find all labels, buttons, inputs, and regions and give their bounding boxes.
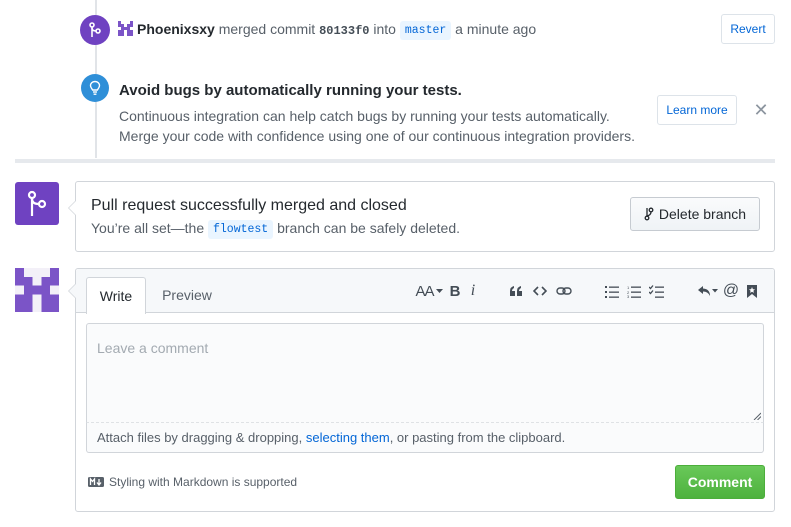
quote-icon[interactable] — [508, 282, 524, 300]
svg-text:3: 3 — [627, 294, 630, 298]
merge-event-text: Phoenixsxy merged commit 80133f0 into ma… — [118, 21, 536, 40]
git-branch-icon — [644, 207, 654, 221]
unordered-list-icon[interactable] — [604, 282, 620, 300]
merged-notice-suffix: branch can be safely deleted. — [277, 220, 461, 236]
commit-sha-link[interactable]: 80133f0 — [319, 24, 369, 38]
timeline-divider — [15, 159, 775, 163]
markdown-icon — [88, 477, 104, 487]
ci-tip-title: Avoid bugs by automatically running your… — [119, 82, 462, 99]
tab-preview[interactable]: Preview — [152, 277, 222, 313]
revert-button[interactable]: Revert — [721, 14, 775, 44]
ci-tip-badge — [81, 74, 109, 102]
markdown-note[interactable]: Styling with Markdown is supported — [88, 475, 297, 489]
task-list-icon[interactable] — [648, 282, 664, 300]
comment-submit-button[interactable]: Comment — [675, 465, 765, 499]
delete-branch-label: Delete branch — [658, 206, 747, 222]
select-files-link[interactable]: selecting them — [306, 430, 390, 445]
link-icon[interactable] — [555, 282, 573, 300]
italic-icon[interactable]: i — [467, 282, 479, 300]
merged-status-badge — [15, 182, 59, 225]
attach-suffix: , or pasting from the clipboard. — [389, 430, 566, 445]
saved-reply-icon[interactable] — [745, 282, 759, 300]
markdown-note-text: Styling with Markdown is supported — [109, 475, 298, 489]
merged-notice-prefix: You’re all set—the — [91, 220, 205, 236]
merge-time[interactable]: a minute ago — [455, 21, 536, 37]
merged-notice-title: Pull request successfully merged and clo… — [91, 197, 407, 214]
ordered-list-icon[interactable]: 123 — [626, 282, 642, 300]
ci-tip-line: Merge your code with confidence using on… — [119, 128, 635, 144]
merged-notice-box: Pull request successfully merged and clo… — [68, 181, 775, 252]
tab-write[interactable]: Write — [86, 277, 146, 314]
author-link[interactable]: Phoenixsxy — [137, 21, 215, 37]
git-merge-icon — [89, 22, 101, 37]
merge-action-text: merged commit — [218, 21, 316, 37]
comment-form-header: Write Preview AA B i 123 @ — [76, 269, 774, 314]
comment-placeholder: Leave a comment — [97, 340, 209, 356]
into-text: into — [373, 21, 396, 37]
new-comment-form: Write Preview AA B i 123 @ Leave a comme… — [68, 268, 775, 512]
light-bulb-icon — [89, 80, 101, 95]
ci-tip-body: Continuous integration can help catch bu… — [119, 106, 659, 146]
merge-event: Phoenixsxy merged commit 80133f0 into ma… — [80, 15, 780, 45]
resize-handle-icon[interactable] — [753, 412, 761, 420]
code-icon[interactable] — [532, 282, 548, 300]
attach-files-bar[interactable]: Attach files by dragging & dropping, sel… — [86, 423, 764, 453]
ci-tip-line: Continuous integration can help catch bu… — [119, 108, 610, 124]
comment-textarea[interactable]: Leave a comment — [86, 323, 764, 423]
delete-branch-button[interactable]: Delete branch — [630, 197, 760, 231]
attach-prefix: Attach files by dragging & dropping, — [97, 430, 306, 445]
mention-icon[interactable]: @ — [723, 282, 739, 300]
header-label: AA — [415, 282, 434, 300]
head-branch-tag[interactable]: flowtest — [208, 220, 274, 239]
target-branch-tag[interactable]: master — [399, 21, 452, 40]
learn-more-button[interactable]: Learn more — [657, 95, 737, 125]
close-icon[interactable]: ✕ — [752, 101, 770, 119]
header-icon[interactable]: AA — [414, 282, 444, 300]
merged-notice-subtitle: You’re all set—the flowtest branch can b… — [91, 220, 460, 239]
merge-event-badge — [80, 15, 110, 45]
bold-icon[interactable]: B — [448, 282, 462, 300]
reply-icon[interactable] — [696, 282, 720, 300]
avatar[interactable] — [15, 268, 59, 312]
avatar[interactable] — [118, 21, 133, 36]
git-merge-icon — [27, 190, 47, 216]
